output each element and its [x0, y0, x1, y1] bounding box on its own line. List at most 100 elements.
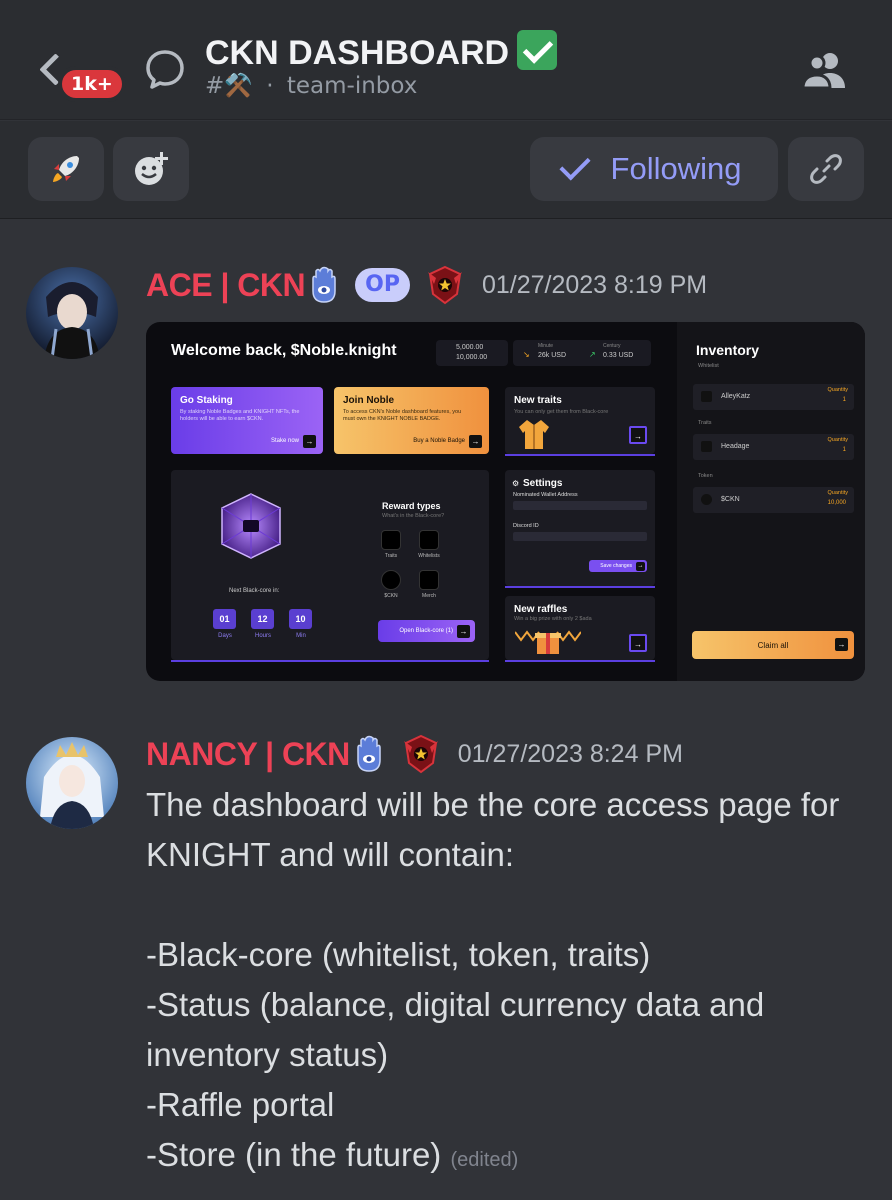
minute-label: Minute [538, 343, 554, 349]
gift-icon [515, 630, 581, 654]
channel-prefix: #⚒️ [205, 73, 253, 99]
min-value: 10 [289, 609, 312, 629]
arrow-right-icon: → [469, 434, 482, 448]
inventory-title: Inventory [696, 342, 760, 358]
reward-label: $CKN [384, 593, 398, 599]
min-label: Min [296, 633, 306, 639]
card-desc: To access CKN's Noble dashboard features… [343, 409, 462, 422]
century-value: 0.33 USD [603, 352, 634, 359]
arrow-right-icon: → [636, 561, 645, 571]
item-qty: 10,000 [827, 500, 846, 506]
card-underline [505, 454, 655, 456]
message-body: The dashboard will be the core access pa… [146, 780, 876, 1185]
guild-rank-icon [427, 265, 462, 305]
card-title: Join Noble [343, 395, 395, 406]
arrow-right-icon[interactable]: → [629, 426, 647, 444]
stake-now-button[interactable]: Stake now → [271, 434, 316, 448]
timestamp: 01/27/2023 8:24 PM [457, 739, 683, 768]
following-button[interactable]: Following [530, 137, 778, 201]
thread-toolbar: Following [0, 121, 892, 219]
next-blackcore-label: Next Black-core in: [229, 588, 280, 594]
item-qty: 1 [842, 447, 846, 453]
check-mark-emoji-icon [517, 30, 558, 70]
down-arrow-icon: ↘ [523, 350, 530, 359]
balance-row-1: 5,000.00 [456, 344, 484, 351]
black-core-cube-icon [221, 493, 281, 559]
guild-rank-icon [403, 734, 438, 774]
avatar-image [26, 737, 118, 829]
message-line: -Raffle portal [146, 1086, 335, 1123]
button-label: Claim all [757, 640, 789, 650]
card-title: New raffles [514, 604, 568, 615]
inventory-panel: Inventory Whitelist AlleyKatz Quantity 1… [677, 322, 865, 681]
message-line: The dashboard will be the core access pa… [146, 786, 840, 873]
button-label: Save changes [600, 563, 632, 569]
button-label: Open Black-core (1) [399, 628, 453, 634]
channel-header: 1k+ CKN DASHBOARD #⚒️ · team-inbox [0, 0, 892, 120]
card-desc: Win a big prize with only 2 $ada [514, 616, 592, 622]
card-title: Go Staking [180, 395, 233, 406]
welcome-heading: Welcome back, $Noble.knight [171, 342, 397, 359]
copy-link-button[interactable] [788, 137, 864, 201]
arrow-right-icon: → [835, 638, 848, 651]
join-noble-card: Join Noble To access CKN's Noble dashboa… [334, 387, 489, 454]
quantity-label: Quantity [827, 437, 848, 443]
message-line: -Status (balance, digital currency data … [146, 986, 765, 1073]
avatar[interactable] [26, 737, 118, 829]
quantity-label: Quantity [827, 387, 848, 393]
buy-noble-badge-button[interactable]: Buy a Noble Badge → [413, 434, 482, 448]
days-label: Days [218, 633, 232, 639]
username[interactable]: NANCY | CKN [146, 736, 350, 773]
button-label: Buy a Noble Badge [413, 438, 465, 444]
open-blackcore-button[interactable]: Open Black-core (1) → [378, 620, 475, 642]
wallet-input[interactable] [513, 501, 647, 510]
market-box: Minute ↘ 26k USD Century ↗ 0.33 USD [513, 340, 651, 366]
op-badge: OP [355, 268, 410, 302]
unread-badge: 1k+ [58, 66, 126, 102]
card-title: Settings [523, 478, 563, 489]
blackcore-card: Next Black-core in: 01 12 10 Days Hours … [171, 470, 489, 660]
minute-value: 26k USD [538, 352, 567, 359]
token-label: Token [698, 473, 713, 479]
claim-all-button[interactable]: Claim all → [692, 631, 854, 659]
reward-label: Merch [422, 593, 436, 599]
discord-id-input[interactable] [513, 532, 647, 541]
message-header: ACE | CKN OP 01/27/2023 8:19 PM [146, 264, 707, 306]
button-label: Stake now [270, 438, 299, 444]
item-name: $CKN [721, 496, 740, 503]
whitelists-reward-icon [419, 530, 439, 550]
timestamp: 01/27/2023 8:19 PM [481, 270, 708, 299]
go-staking-card: Go Staking By staking Noble Badges and K… [171, 387, 323, 454]
days-value: 01 [213, 609, 236, 629]
avatar[interactable] [26, 267, 118, 359]
card-title: New traits [514, 395, 562, 406]
dashboard-screenshot-attachment[interactable]: Welcome back, $Noble.knight 5,000.00 10,… [146, 322, 865, 681]
inventory-item[interactable]: Headage Quantity 1 [693, 434, 854, 460]
card-desc: By staking Noble Badges and KNIGHT NFTs,… [180, 409, 300, 422]
gear-icon: ⚙ [512, 479, 520, 488]
channel-breadcrumb[interactable]: #⚒️ · team-inbox [205, 72, 417, 99]
card-underline [171, 660, 489, 662]
item-name: AlleyKatz [721, 393, 751, 400]
card-underline [505, 660, 655, 662]
message-line: -Black-core (whitelist, token, traits) [146, 936, 651, 973]
boost-button[interactable] [28, 137, 104, 201]
inventory-item[interactable]: $CKN Quantity 10,000 [693, 487, 854, 513]
inventory-item[interactable]: AlleyKatz Quantity 1 [693, 384, 854, 410]
arrow-right-icon[interactable]: → [629, 634, 647, 652]
username[interactable]: ACE | CKN [146, 267, 306, 304]
message-line-last: -Store (in the future) (edited) [146, 1130, 876, 1185]
hamsa-icon [357, 735, 381, 772]
add-reaction-button[interactable] [113, 137, 189, 201]
whitelist-icon [701, 391, 712, 402]
balance-box: 5,000.00 10,000.00 [436, 340, 508, 366]
item-qty: 1 [842, 397, 846, 403]
edited-label: (edited) [450, 1149, 519, 1171]
following-label: Following [610, 151, 742, 186]
avatar-image [26, 267, 118, 359]
arrow-right-icon: → [303, 434, 316, 448]
card-underline [505, 586, 655, 588]
save-changes-button[interactable]: Save changes → [589, 560, 647, 572]
traits-label: Traits [698, 420, 712, 426]
members-icon[interactable] [800, 50, 848, 90]
